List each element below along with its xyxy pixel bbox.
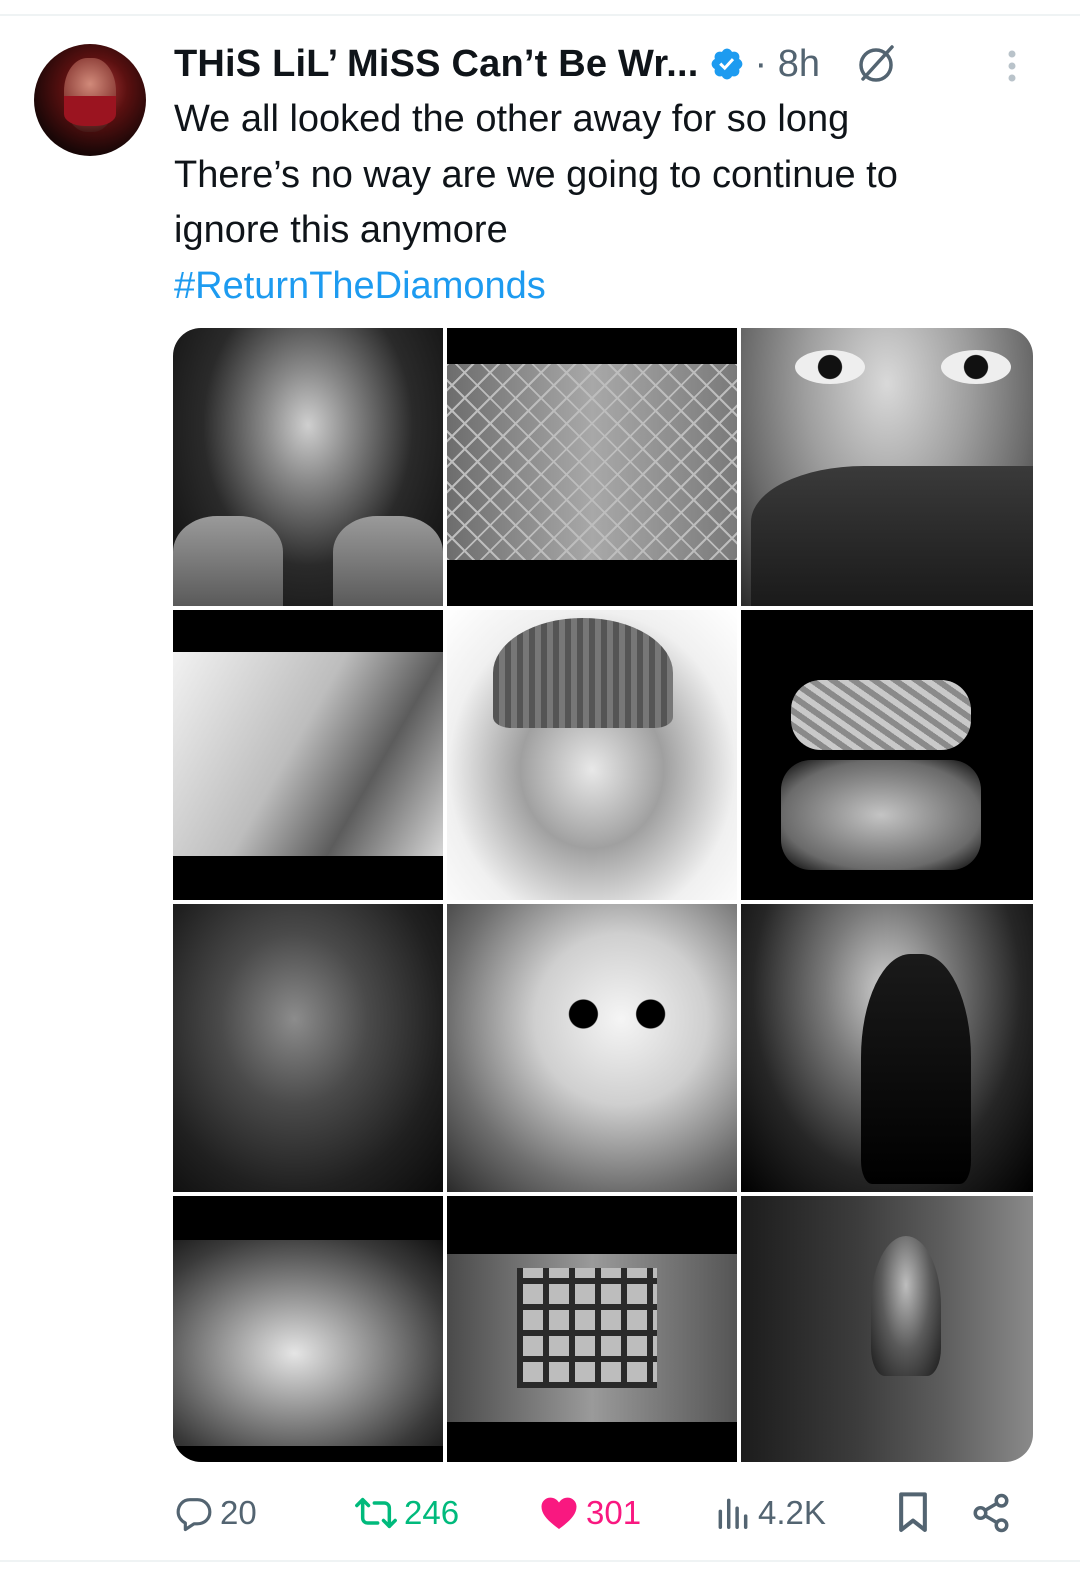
bottom-divider	[0, 1560, 1080, 1562]
retweet-button[interactable]: 246	[354, 1488, 459, 1538]
eye-shape	[941, 350, 1011, 384]
media-image-tied-wrists[interactable]	[741, 610, 1033, 900]
media-image-boy-hands[interactable]	[173, 328, 443, 606]
tweet-line-2: There’s no way are we going to continue …	[174, 153, 898, 196]
author-name[interactable]: THiS LiL’ MiSS Can’t Be Wr...	[174, 43, 699, 86]
share-icon	[973, 1493, 1009, 1533]
avatar-mask	[64, 96, 116, 126]
post-time[interactable]: · 8h	[755, 43, 820, 86]
hand-shape	[333, 516, 443, 606]
bars-shape	[517, 1268, 657, 1388]
action-bar: 20 246 301 4.2K	[174, 1488, 1044, 1538]
bookmark-button[interactable]	[896, 1488, 930, 1538]
heart-icon	[541, 1497, 577, 1529]
scene-shape	[173, 1240, 443, 1446]
media-image-covered-mouth[interactable]	[741, 328, 1033, 606]
media-collage[interactable]	[173, 328, 1033, 1462]
tweet-line-3: ignore this anymore	[174, 209, 508, 251]
retweet-count: 246	[404, 1494, 460, 1531]
media-image-girl-wall[interactable]	[173, 1196, 443, 1462]
rope-shape	[791, 680, 971, 750]
top-divider	[0, 14, 1080, 16]
views-count: 4.2K	[758, 1494, 826, 1531]
media-image-chain-fence[interactable]	[447, 328, 737, 606]
tweet-line-1: We all looked the other away for so long	[174, 98, 850, 140]
hashtag-link[interactable]: #ReturnTheDiamonds	[174, 259, 1034, 315]
fists-shape	[781, 760, 981, 870]
reply-icon	[176, 1498, 212, 1532]
retweet-icon	[355, 1497, 397, 1529]
like-button[interactable]: 301	[538, 1488, 641, 1538]
views-button[interactable]: 4.2K	[714, 1488, 826, 1538]
tweet-header: THiS LiL’ MiSS Can’t Be Wr... · 8h	[174, 36, 1044, 92]
eye-shape	[795, 350, 865, 384]
media-image-crouching-child[interactable]	[173, 610, 443, 900]
hand-shape	[751, 466, 1033, 606]
eyes-shape	[557, 994, 677, 1034]
views-icon	[718, 1498, 748, 1529]
scene-shape	[173, 652, 443, 856]
media-image-hiding-child[interactable]	[173, 904, 443, 1192]
share-button[interactable]	[970, 1488, 1012, 1538]
avatar[interactable]	[34, 44, 146, 156]
more-dots-icon[interactable]	[1000, 46, 1024, 86]
like-count: 301	[586, 1494, 642, 1531]
bookmark-icon	[899, 1492, 927, 1532]
fence-shape	[447, 364, 737, 560]
media-image-barred-door[interactable]	[447, 1196, 737, 1462]
media-image-girl-peeking[interactable]	[741, 1196, 1033, 1462]
hat-shape	[493, 618, 673, 728]
tweet-text: We all looked the other away for so long…	[174, 92, 1034, 314]
girl-silhouette	[871, 1236, 941, 1376]
girl-silhouette	[861, 954, 971, 1184]
grok-icon[interactable]	[854, 41, 900, 87]
media-image-dark-eyes-girl[interactable]	[447, 904, 737, 1192]
media-image-girl-drawing[interactable]	[447, 610, 737, 900]
verified-badge-icon	[711, 48, 742, 80]
media-image-girl-forest[interactable]	[741, 904, 1033, 1192]
reply-count: 20	[220, 1494, 257, 1531]
hand-shape	[173, 516, 283, 606]
reply-button[interactable]: 20	[174, 1488, 257, 1538]
